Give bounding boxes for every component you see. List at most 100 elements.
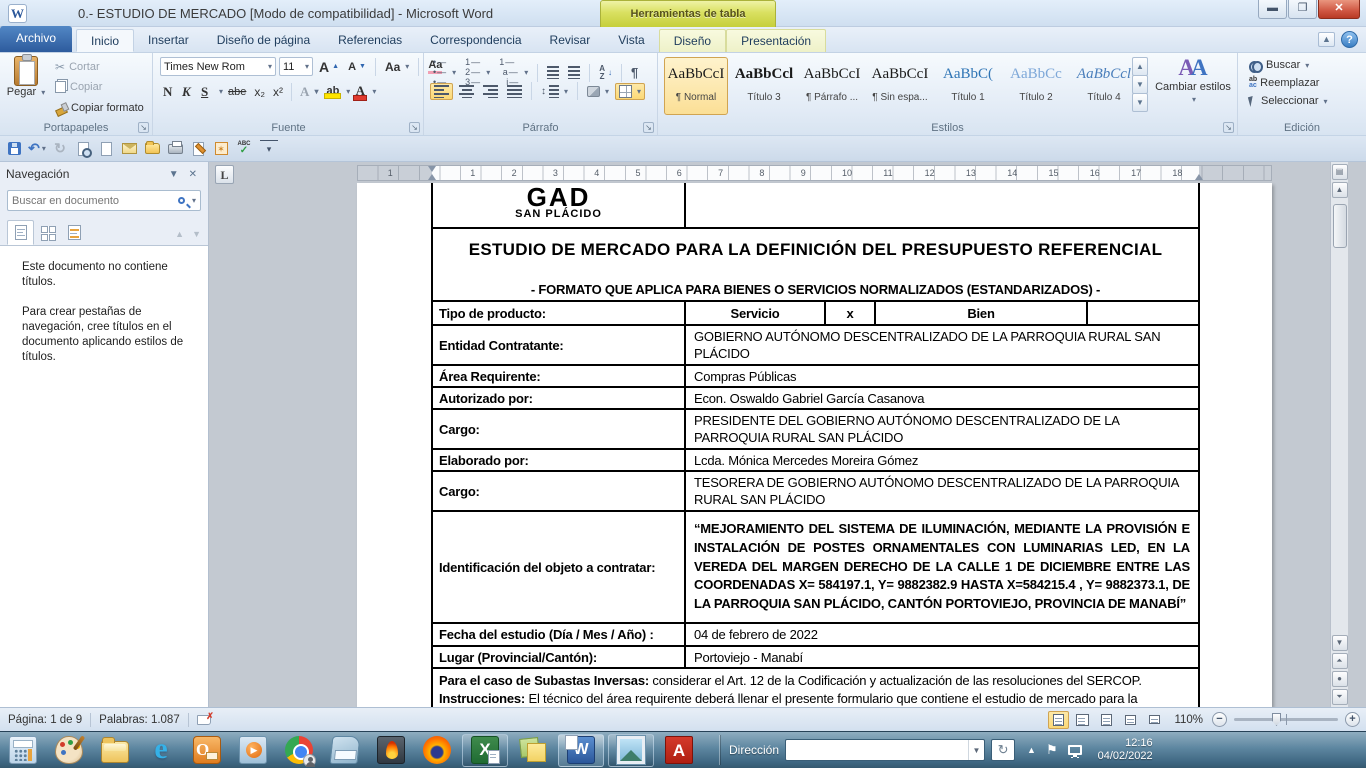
show-hidden-icons-button[interactable]: ▲ (1027, 745, 1036, 755)
tab-diseno-tabla[interactable]: Diseño (659, 29, 726, 52)
save-button[interactable] (5, 140, 23, 158)
previous-heading-button[interactable]: ▲ (175, 229, 184, 239)
font-color-dropdown[interactable]: ▾ (372, 87, 376, 96)
change-case-button[interactable]: Aa▾ (382, 59, 412, 75)
minimize-ribbon-button[interactable]: ▲ (1318, 32, 1335, 47)
style-parrafo[interactable]: AaBbCcI ¶ Párrafo ... (800, 57, 864, 115)
scroll-down-button[interactable]: ▼ (1332, 635, 1348, 651)
web-layout-view-button[interactable] (1096, 711, 1117, 729)
grow-font-button[interactable]: A▲ (316, 58, 342, 76)
close-button[interactable]: ✕ (1318, 0, 1360, 19)
proofing-status-button[interactable] (189, 708, 219, 731)
taskbar-firefox[interactable] (414, 734, 460, 767)
align-right-button[interactable] (480, 84, 501, 99)
edit-document-button[interactable] (189, 140, 207, 158)
insert-symbol-button[interactable]: ✶ (212, 140, 230, 158)
hanging-indent-marker[interactable] (428, 174, 436, 180)
text-effects-button[interactable]: A▾ (297, 83, 321, 101)
styles-gallery-more-button[interactable]: ▼ (1132, 93, 1148, 112)
bold-button[interactable]: N (160, 83, 177, 101)
address-bar[interactable]: ▼ (785, 739, 985, 761)
repeat-button[interactable]: ↻ (51, 140, 69, 158)
paragraph-dialog-launcher[interactable]: ↘ (643, 122, 654, 133)
strikethrough-button[interactable]: abe (225, 85, 249, 99)
taskbar-media-player[interactable] (230, 734, 276, 767)
outline-view-button[interactable] (1120, 711, 1141, 729)
taskbar-excel[interactable]: X (462, 734, 508, 767)
network-icon[interactable] (1068, 745, 1082, 755)
tab-referencias[interactable]: Referencias (324, 29, 416, 52)
align-center-button[interactable] (456, 84, 477, 99)
taskbar-nero[interactable] (368, 734, 414, 767)
paste-button[interactable]: Pegar ▾ (5, 56, 47, 120)
spelling-grammar-button[interactable]: ABC✓ (235, 140, 253, 158)
superscript-button[interactable]: x² (270, 84, 286, 100)
zoom-out-button[interactable]: − (1212, 712, 1227, 727)
borders-button[interactable]: ▾ (615, 83, 645, 100)
cut-button[interactable]: ✂ Cortar (52, 59, 103, 75)
tab-revisar[interactable]: Revisar (536, 29, 605, 52)
help-button[interactable]: ? (1341, 31, 1358, 48)
taskbar-paint[interactable] (46, 734, 92, 767)
replace-button[interactable]: abac Reemplazar (1246, 76, 1331, 90)
navigation-pane-menu-button[interactable]: ▼ (164, 169, 184, 180)
address-go-button[interactable]: ↻ (991, 739, 1015, 761)
tab-diseno-de-pagina[interactable]: Diseño de página (203, 29, 324, 52)
tab-correspondencia[interactable]: Correspondencia (416, 29, 535, 52)
change-styles-button[interactable]: AA Cambiar estilos ▾ (1154, 55, 1232, 121)
word-count[interactable]: Palabras: 1.087 (91, 708, 188, 731)
zoom-slider[interactable] (1234, 718, 1338, 721)
clipboard-dialog-launcher[interactable]: ↘ (138, 122, 149, 133)
font-size-select[interactable]: 11▾ (279, 57, 313, 76)
show-marks-button[interactable]: ¶ (628, 64, 641, 81)
next-heading-button[interactable]: ▼ (192, 229, 201, 239)
address-dropdown[interactable]: ▼ (968, 740, 984, 760)
tab-insertar[interactable]: Insertar (134, 29, 203, 52)
taskbar-scanner[interactable] (322, 734, 368, 767)
subscript-button[interactable]: x₂ (251, 84, 268, 100)
style-titulo-1[interactable]: AaBbC( Título 1 (936, 57, 1000, 115)
previous-page-button[interactable]: ⏶ (1332, 653, 1348, 669)
ruler-toggle-button[interactable]: ▤ (1332, 164, 1348, 180)
minimize-button[interactable]: ▬ (1258, 0, 1287, 19)
taskbar-outlook[interactable]: O (184, 734, 230, 767)
style-titulo-3[interactable]: AaBbCcl Título 3 (732, 57, 796, 115)
font-dialog-launcher[interactable]: ↘ (409, 122, 420, 133)
action-center-icon[interactable]: ⚑ (1046, 742, 1058, 758)
taskbar-sticky-notes[interactable] (510, 734, 556, 767)
open-button[interactable] (143, 140, 161, 158)
tab-archivo[interactable]: Archivo (0, 26, 72, 52)
highlight-dropdown[interactable]: ▾ (346, 87, 350, 96)
undo-button[interactable]: ↶▾ (28, 140, 46, 158)
zoom-in-button[interactable]: + (1345, 712, 1360, 727)
right-indent-marker[interactable] (1195, 174, 1203, 180)
style-titulo-2[interactable]: AaBbCc Título 2 (1004, 57, 1068, 115)
style-sin-espaciado[interactable]: AaBbCcI ¶ Sin espa... (868, 57, 932, 115)
styles-dialog-launcher[interactable]: ↘ (1223, 122, 1234, 133)
copy-button[interactable]: Copiar (52, 80, 105, 94)
decrease-indent-button[interactable] (544, 65, 562, 80)
find-button[interactable]: Buscar▾ (1246, 58, 1331, 72)
font-name-select[interactable]: Times New Rom▾ (160, 57, 276, 76)
customize-qat-button[interactable]: ▾ (260, 140, 278, 158)
email-attachment-button[interactable] (120, 140, 138, 158)
justify-button[interactable] (504, 84, 525, 99)
format-painter-button[interactable]: Copiar formato (52, 101, 147, 115)
full-screen-reading-view-button[interactable] (1072, 711, 1093, 729)
print-preview-button[interactable] (74, 140, 92, 158)
sort-button[interactable]: AZ↓ (596, 64, 615, 82)
document-page[interactable]: GAD SAN PLÁCIDO ESTUDIO DE MERCADO PARA … (357, 183, 1272, 707)
taskbar-internet-explorer[interactable]: e (138, 734, 184, 767)
select-browse-object-button[interactable]: ● (1332, 671, 1348, 687)
shading-button[interactable]: ▾ (584, 85, 612, 98)
draft-view-button[interactable] (1144, 711, 1165, 729)
style-normal[interactable]: AaBbCcI ¶ Normal (664, 57, 728, 115)
taskbar-file-explorer[interactable] (92, 734, 138, 767)
navigation-pane-close-button[interactable]: ✕ (184, 169, 202, 180)
taskbar-chrome[interactable] (276, 734, 322, 767)
taskbar-autocad[interactable]: A (656, 734, 702, 767)
next-page-button[interactable]: ⏷ (1332, 689, 1348, 705)
search-input[interactable] (12, 195, 178, 207)
address-input[interactable] (786, 744, 968, 756)
tab-vista[interactable]: Vista (604, 29, 658, 52)
